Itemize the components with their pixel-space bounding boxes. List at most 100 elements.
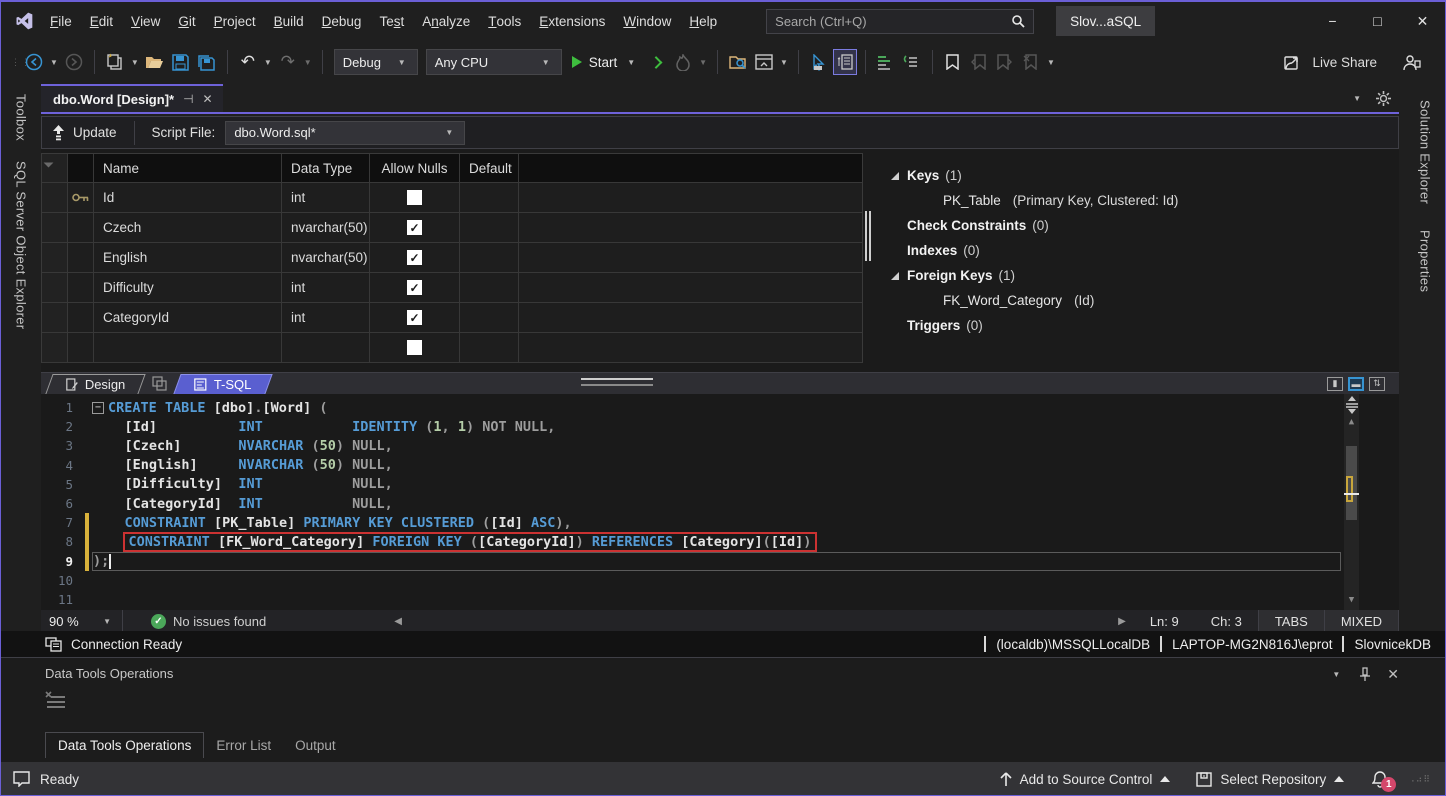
- row-selector[interactable]: [42, 303, 68, 332]
- split-horizontal-icon[interactable]: ▬: [1348, 377, 1364, 391]
- keys-tree-item[interactable]: Indexes(0): [885, 238, 1399, 263]
- row-selector[interactable]: [42, 183, 68, 212]
- clear-operations-icon[interactable]: [45, 691, 1445, 711]
- menu-edit[interactable]: Edit: [81, 8, 122, 34]
- bookmarks-caret-icon[interactable]: ▼: [1047, 58, 1055, 67]
- feedback-icon[interactable]: [13, 771, 30, 787]
- code-line[interactable]: 10: [41, 571, 1399, 590]
- find-in-files-icon[interactable]: [726, 49, 750, 75]
- start-button[interactable]: Start ▼: [572, 55, 638, 70]
- row-selector[interactable]: [42, 213, 68, 242]
- column-name-cell[interactable]: Czech: [94, 213, 282, 242]
- code-line[interactable]: 3 [Czech] NVARCHAR (50) NULL,: [41, 436, 1399, 455]
- hot-reload-icon[interactable]: [671, 49, 695, 75]
- line-ending-button[interactable]: MIXED: [1324, 610, 1399, 632]
- column-type-cell[interactable]: nvarchar(50): [282, 243, 370, 272]
- keys-tree-item[interactable]: Foreign Keys(1): [885, 263, 1399, 288]
- row-selector[interactable]: [42, 243, 68, 272]
- keys-tree-item[interactable]: FK_Word_Category(Id): [885, 288, 1399, 313]
- pin-tab-icon[interactable]: ⊣: [183, 92, 193, 106]
- split-vertical-icon[interactable]: ▮: [1327, 377, 1343, 391]
- tab-list-caret-icon[interactable]: ▼: [1353, 94, 1361, 103]
- close-tab-icon[interactable]: ✕: [203, 92, 213, 106]
- code-line[interactable]: 9);: [41, 552, 1399, 571]
- new-project-icon[interactable]: [103, 49, 127, 75]
- column-type-cell[interactable]: int: [282, 273, 370, 302]
- pin-panel-icon[interactable]: [1359, 667, 1371, 682]
- column-name-cell[interactable]: [94, 333, 282, 362]
- code-line[interactable]: 6 [CategoryId] INT NULL,: [41, 494, 1399, 513]
- open-file-icon[interactable]: [143, 49, 167, 75]
- table-row[interactable]: Difficultyint ✓: [42, 273, 862, 303]
- collapse-region-icon[interactable]: −: [92, 402, 104, 414]
- table-designer-icon[interactable]: [833, 49, 857, 75]
- tab-tsql[interactable]: T-SQL: [174, 374, 273, 394]
- redo-icon[interactable]: ↷: [276, 49, 300, 75]
- bookmark-icon[interactable]: [941, 49, 965, 75]
- code-line[interactable]: 1−CREATE TABLE [dbo].[Word] (: [41, 398, 1399, 417]
- maximize-button[interactable]: □: [1355, 4, 1400, 38]
- start-caret-icon[interactable]: ▼: [627, 58, 635, 67]
- close-button[interactable]: ✕: [1400, 4, 1445, 38]
- designer-splitter[interactable]: [863, 153, 873, 372]
- panel-tab-data-tools-operations[interactable]: Data Tools Operations: [45, 732, 204, 758]
- expanded-arrow-icon[interactable]: [891, 272, 899, 280]
- table-row[interactable]: Czechnvarchar(50)✓: [42, 213, 862, 243]
- clear-bookmarks-icon[interactable]: [1019, 49, 1043, 75]
- column-name-cell[interactable]: CategoryId: [94, 303, 282, 332]
- default-cell[interactable]: [460, 213, 519, 242]
- keys-tree-item[interactable]: Keys(1): [885, 163, 1399, 188]
- column-name-cell[interactable]: Id: [94, 183, 282, 212]
- run-without-debug-icon[interactable]: [645, 49, 669, 75]
- table-row[interactable]: Idint: [42, 183, 862, 213]
- undo-caret-icon[interactable]: ▼: [264, 58, 272, 67]
- keys-tree-item[interactable]: PK_Table(Primary Key, Clustered: Id): [885, 188, 1399, 213]
- allow-nulls-checkbox[interactable]: ✓: [407, 250, 422, 265]
- allow-nulls-checkbox[interactable]: ✓: [407, 280, 422, 295]
- zoom-select[interactable]: 90 %▼: [41, 610, 123, 632]
- menu-help[interactable]: Help: [680, 8, 726, 34]
- sidebar-tab-properties[interactable]: Properties: [1418, 220, 1433, 302]
- editor-split-grip-icon[interactable]: [1346, 394, 1358, 414]
- table-row[interactable]: [42, 333, 862, 363]
- notifications-button[interactable]: 1: [1372, 771, 1388, 788]
- next-bookmark-icon[interactable]: [993, 49, 1017, 75]
- default-cell[interactable]: [460, 333, 519, 362]
- update-button[interactable]: Update: [52, 125, 117, 141]
- solution-configurations-select[interactable]: Debug▼: [334, 49, 418, 75]
- column-type-cell[interactable]: nvarchar(50): [282, 213, 370, 242]
- redo-caret-icon[interactable]: ▼: [304, 58, 312, 67]
- allow-nulls-checkbox[interactable]: [407, 190, 422, 205]
- default-cell[interactable]: [460, 303, 519, 332]
- search-input[interactable]: Search (Ctrl+Q): [766, 9, 1034, 34]
- code-line[interactable]: 8 CONSTRAINT [FK_Word_Category] FOREIGN …: [41, 532, 1399, 551]
- menu-analyze[interactable]: Analyze: [413, 8, 479, 34]
- solution-home-caret-icon[interactable]: ▼: [780, 58, 788, 67]
- scroll-up-icon[interactable]: ▲: [1349, 414, 1354, 430]
- column-name-cell[interactable]: Difficulty: [94, 273, 282, 302]
- hot-reload-caret-icon[interactable]: ▼: [699, 58, 707, 67]
- horizontal-splitter-grip[interactable]: [581, 378, 653, 390]
- close-panel-icon[interactable]: ✕: [1387, 666, 1399, 683]
- undo-icon[interactable]: ↶: [236, 49, 260, 75]
- swap-layout-icon[interactable]: ⇅: [1369, 377, 1385, 391]
- panel-tab-error-list[interactable]: Error List: [204, 732, 283, 758]
- vertical-scrollbar[interactable]: ▲ ▼: [1344, 394, 1359, 610]
- menu-test[interactable]: Test: [370, 8, 413, 34]
- live-share-icon[interactable]: [1284, 54, 1304, 71]
- column-type-cell[interactable]: [282, 333, 370, 362]
- table-row[interactable]: Englishnvarchar(50) ✓: [42, 243, 862, 273]
- save-all-icon[interactable]: [195, 49, 219, 75]
- code-line[interactable]: 11: [41, 590, 1399, 609]
- column-type-cell[interactable]: int: [282, 303, 370, 332]
- swap-panes-icon[interactable]: [152, 373, 167, 394]
- column-name-cell[interactable]: English: [94, 243, 282, 272]
- solution-home-icon[interactable]: [752, 49, 776, 75]
- sidebar-tab-sql-server-object-explorer[interactable]: SQL Server Object Explorer: [14, 151, 29, 339]
- allow-nulls-checkbox[interactable]: [407, 340, 422, 355]
- tab-design[interactable]: Design: [45, 374, 146, 394]
- code-line[interactable]: 2 [Id] INT IDENTITY (1, 1) NOT NULL,: [41, 417, 1399, 436]
- save-icon[interactable]: [169, 49, 193, 75]
- default-cell[interactable]: [460, 273, 519, 302]
- tabs-mode-button[interactable]: TABS: [1258, 610, 1324, 632]
